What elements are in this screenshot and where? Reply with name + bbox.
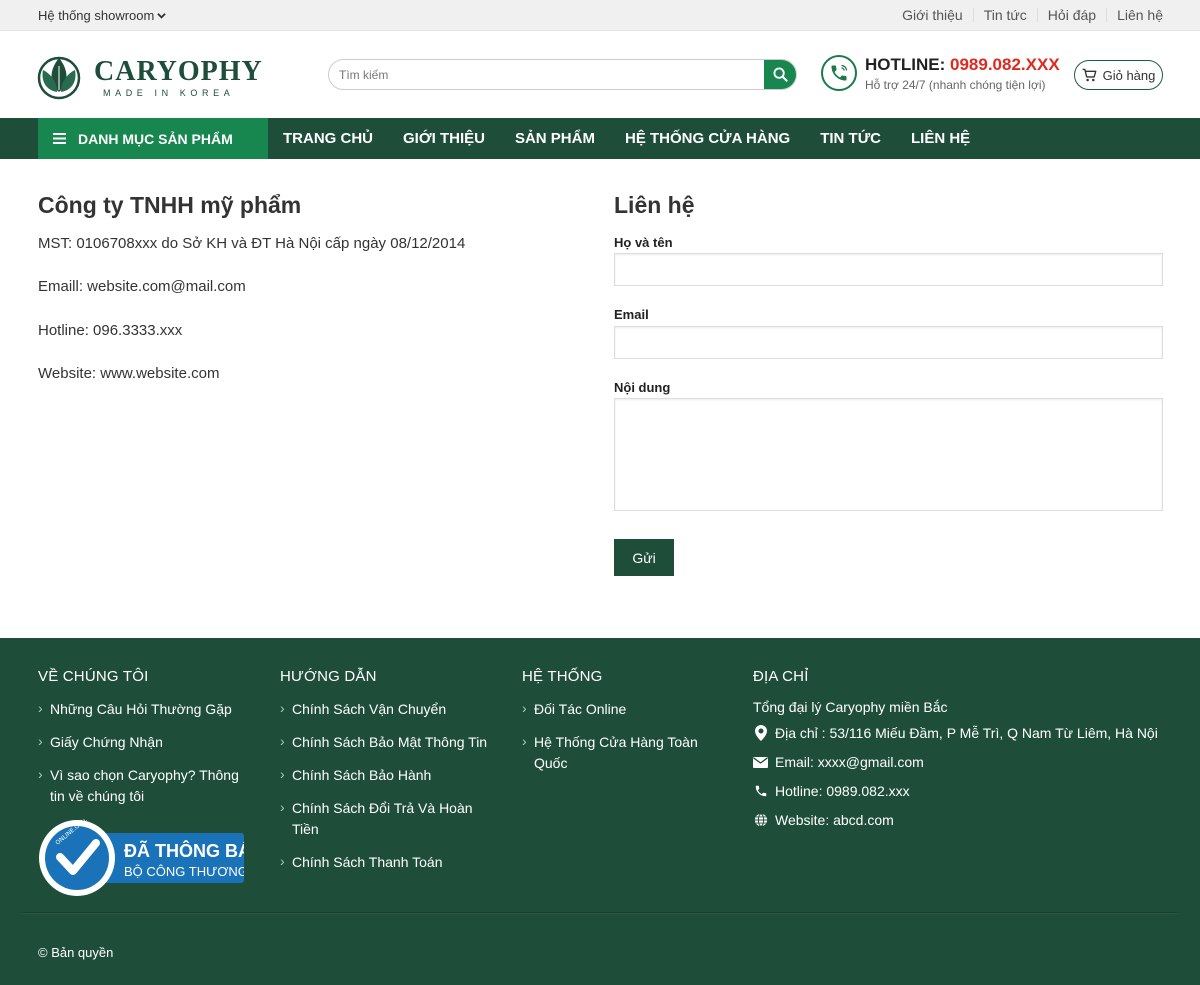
address-title: Tổng đại lý Caryophy miền Bắc (753, 699, 948, 715)
footer-hotline-text[interactable]: Hotline: 0989.082.xxx (775, 781, 910, 801)
hotline: HOTLINE: 0989.082.XXX (865, 55, 1060, 75)
cart-icon (1082, 68, 1097, 82)
submit-button[interactable]: Gửi (614, 539, 674, 576)
hotline-number[interactable]: 0989.082.XXX (950, 55, 1060, 74)
nav-item-gioi-thieu[interactable]: GIỚI THIỆU (388, 118, 500, 159)
showroom-label: Hệ thống showroom (38, 8, 155, 23)
footer: VỀ CHÚNG TÔI Những Câu Hỏi Thường Gặp Gi… (0, 638, 1200, 985)
contact-title: Liên hệ (614, 192, 695, 218)
footer-link[interactable]: Chính Sách Bảo Hành (280, 764, 500, 786)
company-website: Website: www.website.com (38, 365, 220, 382)
site-logo[interactable]: CARYOPHY MADE IN KOREA (37, 49, 262, 101)
footer-link[interactable]: Chính Sách Vận Chuyển (280, 698, 500, 720)
chevron-down-icon (157, 13, 167, 19)
email-row: Email: xxxx@gmail.com (753, 752, 1173, 772)
content-textarea[interactable] (614, 398, 1163, 511)
nav-item-lien-he[interactable]: LIÊN HỆ (896, 118, 985, 159)
footer-link[interactable]: Giấy Chứng Nhận (38, 731, 253, 753)
company-title: Công ty TNHH mỹ phẩm (38, 192, 302, 218)
nav-item-san-pham[interactable]: SẢN PHẨM (500, 118, 610, 159)
category-menu-button[interactable]: DANH MỤC SẢN PHẨM (38, 118, 268, 159)
search-bar (328, 59, 797, 90)
search-input[interactable] (329, 60, 766, 89)
hotline-row: Hotline: 0989.082.xxx (753, 781, 1173, 801)
footer-heading-guide: HƯỚNG DẪN (280, 668, 377, 685)
name-label: Họ và tên (614, 235, 673, 250)
phone-icon (821, 55, 857, 91)
search-button[interactable] (764, 60, 796, 89)
footer-link[interactable]: Vì sao chọn Caryophy? Thông tin về chúng… (38, 764, 253, 807)
logo-tagline: MADE IN KOREA (103, 88, 235, 98)
footer-heading-about: VỀ CHÚNG TÔI (38, 668, 149, 685)
nav-item-tin-tuc[interactable]: TIN TỨC (805, 118, 896, 159)
footer-divider (23, 912, 1177, 914)
footer-col-about: VỀ CHÚNG TÔI Những Câu Hỏi Thường Gặp Gi… (38, 668, 253, 819)
showroom-dropdown[interactable]: Hệ thống showroom (38, 8, 167, 23)
footer-website-text[interactable]: Website: abcd.com (775, 810, 894, 830)
hotline-subtext: Hỗ trợ 24/7 (nhanh chóng tiện lợi) (865, 78, 1046, 92)
cart-button[interactable]: Giỏ hàng (1074, 60, 1163, 90)
footer-email-text[interactable]: Email: xxxx@gmail.com (775, 752, 924, 772)
footer-link[interactable]: Chính Sách Đổi Trả Và Hoàn Tiền (280, 797, 500, 840)
envelope-icon (753, 756, 768, 768)
address-row: Địa chỉ : 53/116 Miếu Đầm, P Mễ Trì, Q N… (753, 723, 1173, 743)
email-label: Email (614, 307, 649, 322)
globe-icon (753, 813, 768, 827)
company-tax-id: MST: 0106708xxx do Sở KH và ĐT Hà Nội cấ… (38, 235, 466, 252)
header: CARYOPHY MADE IN KOREA HOTLINE: 0989.082… (0, 31, 1200, 119)
top-link-gioi-thieu[interactable]: Giới thiệu (892, 8, 973, 22)
leaf-logo-icon (37, 56, 81, 100)
address-text: Địa chỉ : 53/116 Miếu Đầm, P Mễ Trì, Q N… (775, 725, 1158, 741)
content-label: Nội dung (614, 380, 671, 395)
badge-line1: ĐÃ THÔNG BÁO (124, 840, 244, 861)
hamburger-icon (53, 133, 66, 144)
footer-link[interactable]: Những Câu Hỏi Thường Gặp (38, 698, 253, 720)
footer-col-address: ĐỊA CHỈ Tổng đại lý Caryophy miền Bắc Đị… (753, 668, 1173, 839)
category-menu-label: DANH MỤC SẢN PHẨM (78, 130, 233, 147)
nav-item-trang-chu[interactable]: TRANG CHỦ (268, 118, 388, 159)
email-field[interactable] (614, 326, 1163, 359)
nav-menu: TRANG CHỦ GIỚI THIỆU SẢN PHẨM HỆ THỐNG C… (268, 118, 985, 159)
top-bar: Hệ thống showroom Giới thiệu Tin tức Hỏi… (0, 0, 1200, 31)
cart-label: Giỏ hàng (1102, 67, 1156, 83)
top-link-tin-tuc[interactable]: Tin tức (972, 8, 1037, 22)
company-hotline: Hotline: 096.3333.xxx (38, 322, 183, 339)
name-field[interactable] (614, 253, 1163, 286)
website-row: Website: abcd.com (753, 810, 1173, 830)
phone-icon (753, 784, 768, 798)
search-icon (772, 67, 788, 82)
footer-link[interactable]: Đối Tác Online (522, 698, 722, 720)
footer-link[interactable]: Chính Sách Thanh Toán (280, 851, 500, 873)
footer-link[interactable]: Hệ Thống Cửa Hàng Toàn Quốc (522, 731, 722, 774)
hotline-label: HOTLINE: (865, 55, 946, 74)
copyright: © Bản quyền (38, 945, 114, 960)
top-links: Giới thiệu Tin tức Hỏi đáp Liên hệ (892, 0, 1163, 30)
footer-col-guide: HƯỚNG DẪN Chính Sách Vận Chuyển Chính Sá… (280, 668, 500, 885)
nav-item-he-thong-cua-hang[interactable]: HỆ THỐNG CỬA HÀNG (610, 118, 805, 159)
bo-cong-thuong-badge[interactable]: ONLINE.GOV.VN ĐÃ THÔNG BÁO BỘ CÔNG THƯƠN… (38, 811, 265, 897)
footer-link[interactable]: Chính Sách Bảo Mật Thông Tin (280, 731, 500, 753)
company-email: Emaill: website.com@mail.com (38, 278, 246, 295)
main-nav: DANH MỤC SẢN PHẨM TRANG CHỦ GIỚI THIỆU S… (0, 118, 1200, 159)
top-link-hoi-dap[interactable]: Hỏi đáp (1036, 8, 1106, 22)
top-link-lien-he[interactable]: Liên hệ (1106, 8, 1163, 22)
badge-line2: BỘ CÔNG THƯƠNG (124, 864, 244, 879)
footer-heading-system: HỆ THỐNG (522, 668, 603, 685)
footer-col-system: HỆ THỐNG Đối Tác Online Hệ Thống Cửa Hàn… (522, 668, 722, 786)
map-marker-icon (753, 725, 768, 741)
footer-heading-address: ĐỊA CHỈ (753, 668, 809, 685)
logo-name: CARYOPHY (94, 56, 263, 87)
